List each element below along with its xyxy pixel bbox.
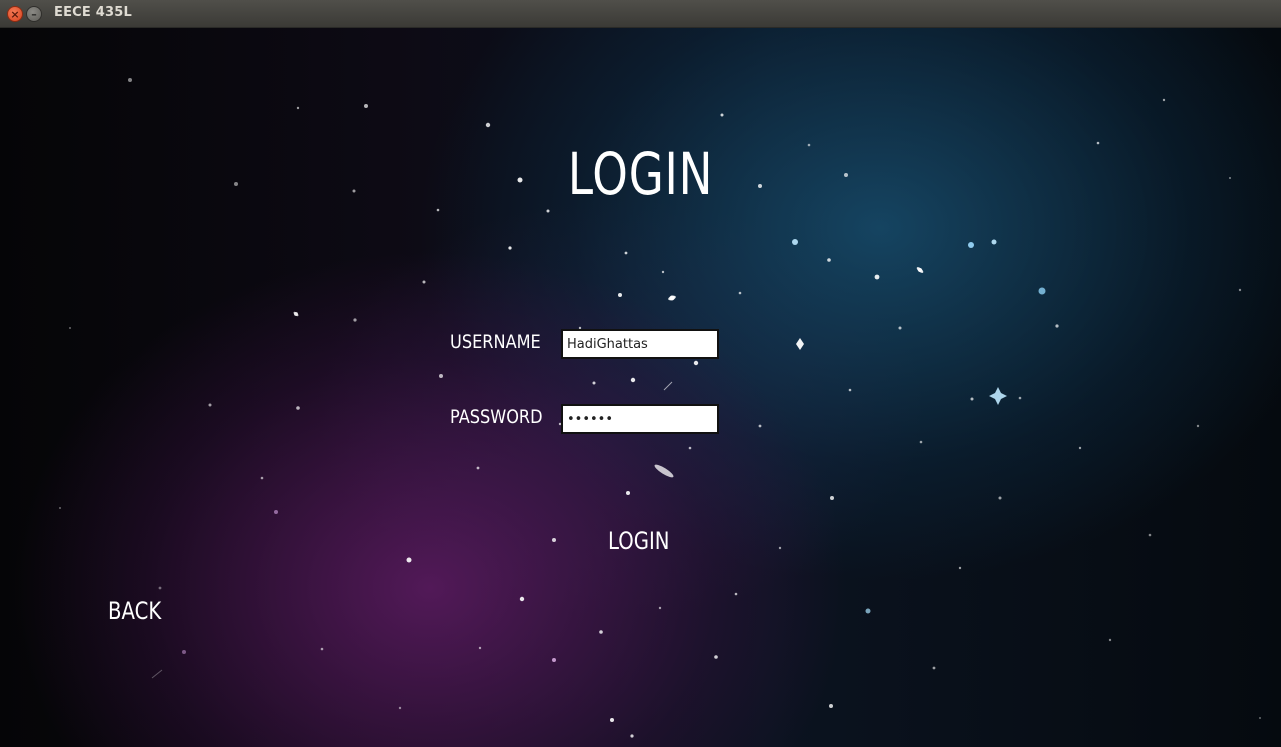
username-label: USERNAME xyxy=(450,331,541,353)
back-button[interactable]: BACK xyxy=(108,597,161,625)
password-field[interactable] xyxy=(561,404,719,434)
close-window-button[interactable]: × xyxy=(7,6,23,22)
starfield-background: LOGIN USERNAME PASSWORD LOGIN BACK xyxy=(0,28,1281,747)
app-window: × – EECE 435L LOGIN USERNAME HadiGhattas… xyxy=(0,0,1281,747)
stars-decoration xyxy=(59,78,1261,738)
minimize-icon: – xyxy=(31,8,37,21)
login-button[interactable]: LOGIN xyxy=(608,527,670,555)
window-titlebar[interactable]: × – EECE 435L xyxy=(0,0,1281,28)
username-field[interactable] xyxy=(561,329,719,359)
close-icon: × xyxy=(10,8,20,21)
window-title: EECE 435L xyxy=(54,5,132,20)
minimize-window-button[interactable]: – xyxy=(26,6,42,22)
password-label: PASSWORD xyxy=(450,406,543,428)
page-title: LOGIN xyxy=(567,140,714,208)
